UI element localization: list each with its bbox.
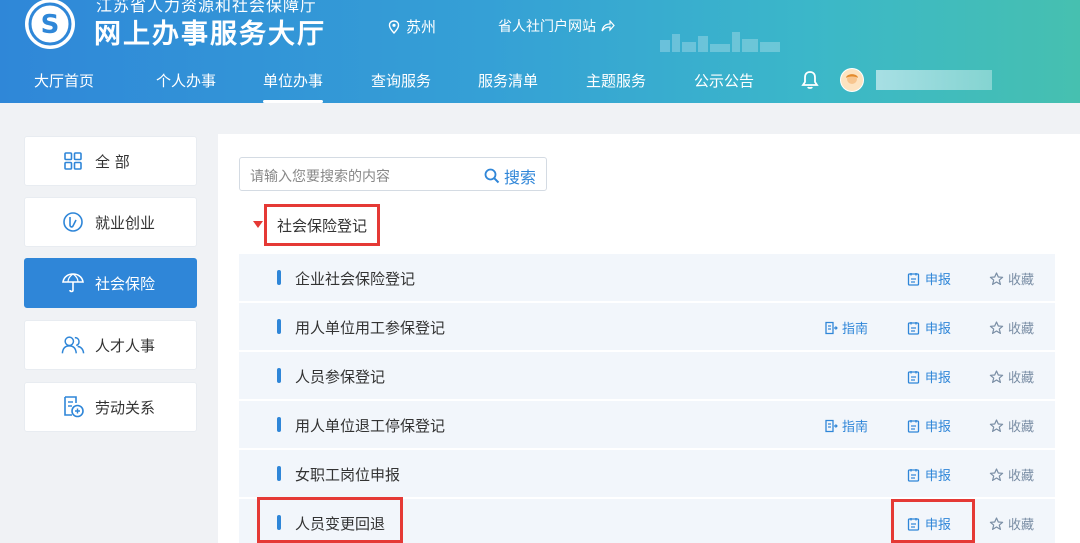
- row-marker: [277, 368, 281, 383]
- service-name[interactable]: 人员参保登记: [295, 366, 385, 387]
- sidebar-item-label: 人才人事: [95, 336, 156, 355]
- star-icon: [989, 320, 1004, 335]
- star-icon: [989, 516, 1004, 531]
- guide-label: 指南: [842, 322, 869, 337]
- sidebar-item-employment[interactable]: 就业创业: [24, 197, 197, 247]
- nav-theme[interactable]: 主题服务: [586, 70, 646, 91]
- sidebar-item-talent[interactable]: 人才人事: [24, 320, 197, 370]
- calendar-doc-icon: [907, 321, 921, 335]
- calendar-doc-icon: [907, 272, 921, 286]
- apply-label: 申报: [925, 371, 952, 386]
- favorite-label: 收藏: [1008, 273, 1035, 288]
- group-title[interactable]: 社会保险登记: [264, 204, 380, 246]
- bell-icon[interactable]: [801, 70, 819, 90]
- favorite-label: 收藏: [1008, 322, 1035, 337]
- guide-icon: [824, 321, 838, 335]
- guide-icon: [824, 419, 838, 433]
- calendar-doc-icon: [907, 468, 921, 482]
- star-icon: [989, 418, 1004, 433]
- favorite-button[interactable]: 收藏: [989, 416, 1034, 435]
- highlight-box-row: [257, 497, 403, 543]
- apply-label: 申报: [925, 273, 952, 288]
- username-redacted[interactable]: [876, 70, 992, 90]
- favorite-label: 收藏: [1008, 371, 1035, 386]
- grid-icon: [61, 149, 85, 173]
- apply-label: 申报: [925, 322, 952, 337]
- portal-link-label: 省人社门户网站: [498, 19, 596, 35]
- favorite-button[interactable]: 收藏: [989, 465, 1034, 484]
- star-icon: [989, 467, 1004, 482]
- site-title: 网上办事服务大厅: [94, 19, 326, 50]
- search-box[interactable]: 请输入您要搜索的内容 搜索: [239, 157, 547, 191]
- city-label: 苏州: [406, 18, 437, 36]
- star-icon: [989, 271, 1004, 286]
- sidebar-item-labor[interactable]: 劳动关系: [24, 382, 197, 432]
- avatar[interactable]: [840, 68, 864, 92]
- location-pin-icon: [388, 19, 400, 34]
- favorite-label: 收藏: [1008, 518, 1035, 533]
- nav-personal[interactable]: 个人办事: [156, 70, 216, 91]
- employment-icon: [61, 210, 85, 234]
- nav-home[interactable]: 大厅首页: [34, 70, 94, 91]
- calendar-doc-icon: [907, 419, 921, 433]
- highlight-box-apply: [891, 499, 975, 543]
- favorite-label: 收藏: [1008, 469, 1035, 484]
- search-button-label: 搜索: [503, 168, 536, 187]
- row-marker: [277, 417, 281, 432]
- apply-button[interactable]: 申报: [907, 269, 951, 288]
- nav-notice[interactable]: 公示公告: [694, 70, 754, 91]
- favorite-button[interactable]: 收藏: [989, 367, 1034, 386]
- apply-button[interactable]: 申报: [907, 465, 951, 484]
- row-marker: [277, 319, 281, 334]
- service-row[interactable]: 女职工岗位申报 申报 收藏: [239, 450, 1055, 497]
- sidebar-item-social-insurance[interactable]: 社会保险: [24, 258, 197, 308]
- service-row[interactable]: 用人单位退工停保登记 指南 申报 收藏: [239, 401, 1055, 448]
- service-name[interactable]: 用人单位退工停保登记: [295, 415, 445, 436]
- caret-down-icon[interactable]: [253, 221, 263, 228]
- star-icon: [989, 369, 1004, 384]
- nav-unit[interactable]: 单位办事: [263, 70, 324, 103]
- apply-button[interactable]: 申报: [907, 318, 951, 337]
- service-name[interactable]: 用人单位用工参保登记: [295, 317, 445, 338]
- search-input[interactable]: 请输入您要搜索的内容: [250, 166, 390, 186]
- favorite-button[interactable]: 收藏: [989, 269, 1034, 288]
- favorite-button[interactable]: 收藏: [989, 318, 1034, 337]
- city-selector[interactable]: 苏州: [388, 16, 436, 37]
- service-name[interactable]: 企业社会保险登记: [295, 268, 415, 289]
- people-icon: [61, 333, 85, 357]
- guide-label: 指南: [842, 420, 869, 435]
- row-marker: [277, 466, 281, 481]
- sidebar-item-label: 就业创业: [95, 213, 156, 232]
- service-name[interactable]: 女职工岗位申报: [295, 464, 400, 485]
- sidebar-item-label: 社会保险: [95, 274, 156, 293]
- search-icon: [484, 168, 500, 184]
- portal-link[interactable]: 省人社门户网站: [498, 16, 615, 36]
- nav-service-list[interactable]: 服务清单: [478, 70, 538, 91]
- apply-button[interactable]: 申报: [907, 367, 951, 386]
- labor-doc-icon: [61, 395, 85, 419]
- favorite-label: 收藏: [1008, 420, 1035, 435]
- hrss-logo-icon[interactable]: S: [22, 0, 78, 52]
- apply-label: 申报: [925, 469, 952, 484]
- sidebar-item-all[interactable]: 全 部: [24, 136, 197, 186]
- umbrella-icon: [61, 271, 85, 295]
- apply-label: 申报: [925, 420, 952, 435]
- service-row[interactable]: 用人单位用工参保登记 指南 申报 收藏: [239, 303, 1055, 350]
- sidebar-item-label: 全 部: [95, 152, 130, 171]
- nav-query[interactable]: 查询服务: [371, 70, 431, 91]
- row-marker: [277, 270, 281, 285]
- sidebar-item-label: 劳动关系: [95, 398, 156, 417]
- service-row[interactable]: 企业社会保险登记 申报 收藏: [239, 254, 1055, 301]
- guide-button[interactable]: 指南: [824, 318, 868, 337]
- service-row[interactable]: 人员参保登记 申报 收藏: [239, 352, 1055, 399]
- share-arrow-icon: [601, 20, 615, 32]
- svg-text:S: S: [41, 10, 60, 40]
- guide-button[interactable]: 指南: [824, 416, 868, 435]
- calendar-doc-icon: [907, 370, 921, 384]
- favorite-button[interactable]: 收藏: [989, 514, 1034, 533]
- search-button[interactable]: 搜索: [484, 164, 536, 188]
- apply-button[interactable]: 申报: [907, 416, 951, 435]
- user-avatar-icon: [841, 69, 863, 91]
- city-skyline-decoration: [660, 32, 780, 52]
